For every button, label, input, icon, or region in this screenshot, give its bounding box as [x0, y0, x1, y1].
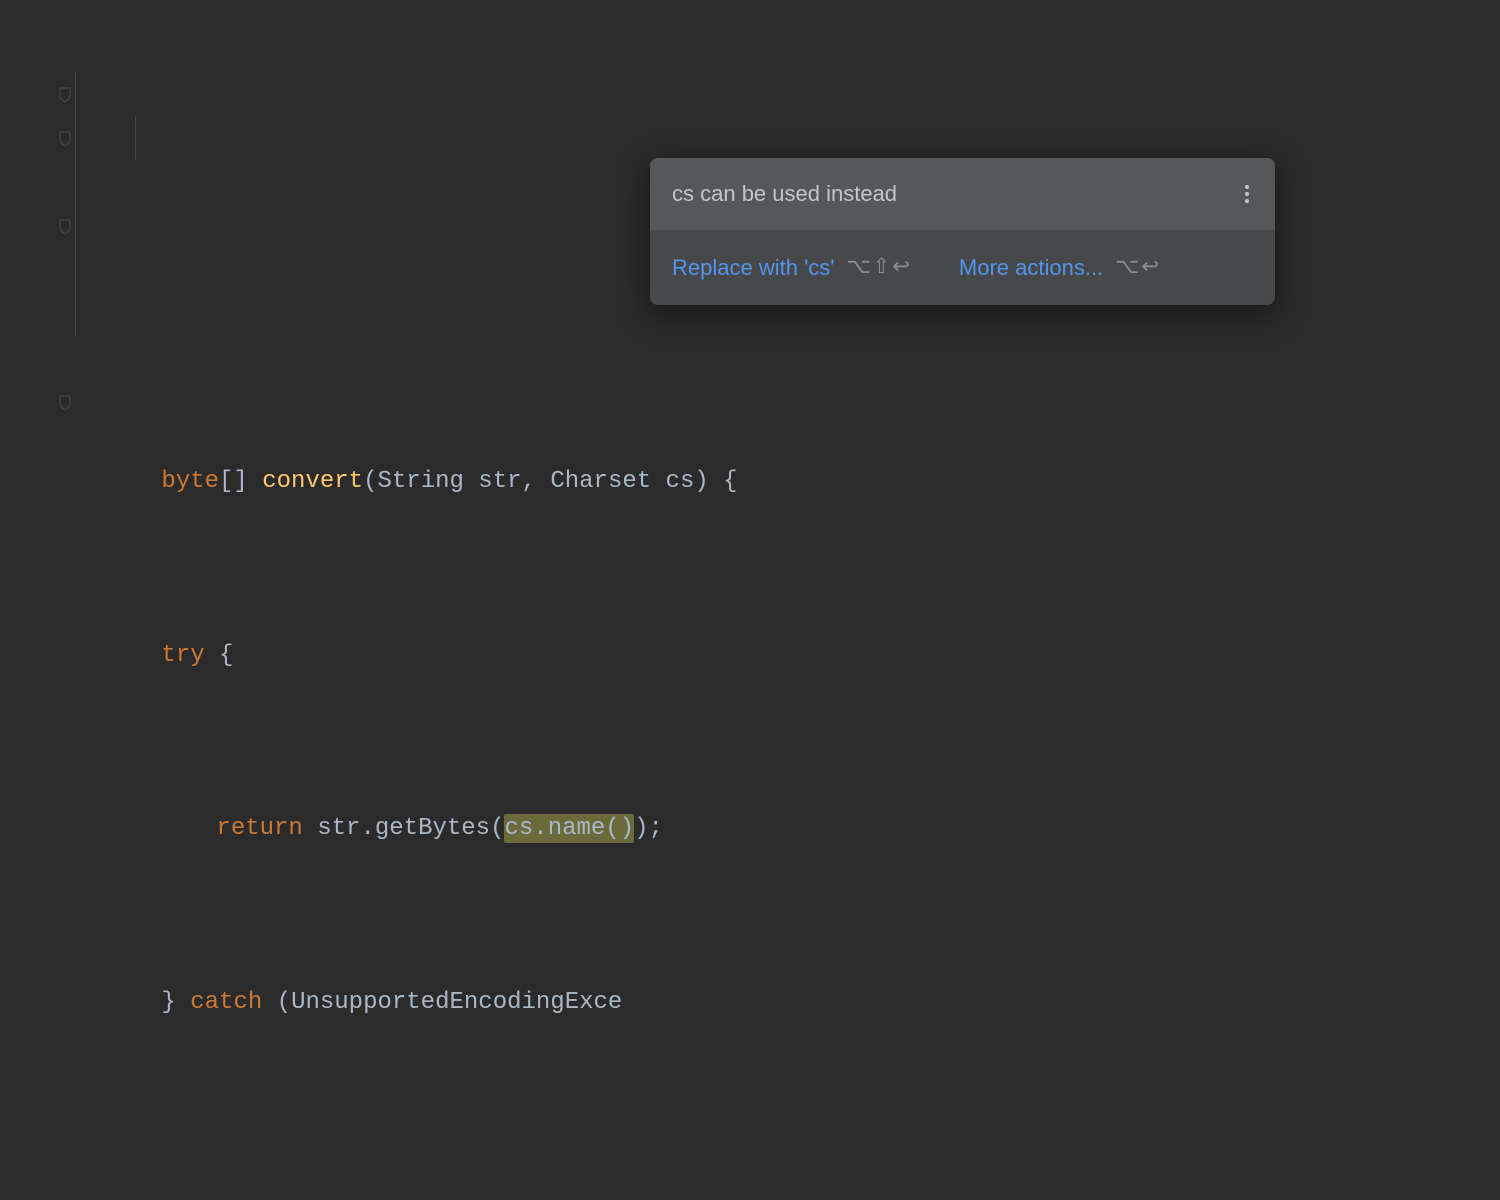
- gutter-marker-icon: [0, 34, 14, 52]
- expression-tail: );: [634, 815, 663, 842]
- comma: ,: [522, 468, 551, 495]
- shortcut-hint: ⌥⇧↩: [846, 248, 910, 286]
- code-line[interactable]: try {: [20, 633, 1500, 677]
- exception-type: UnsupportedEncodingExce: [291, 989, 622, 1016]
- brace-close: }: [161, 989, 190, 1016]
- keyword-return: return: [216, 815, 317, 842]
- code-line[interactable]: } catch (UnsupportedEncodingExce: [20, 981, 1500, 1025]
- paren-open: (: [363, 468, 377, 495]
- gutter-marker-icon: [0, 166, 14, 184]
- brace-open: {: [219, 642, 233, 669]
- gutter-marker-icon: [0, 342, 14, 360]
- code-line[interactable]: byte[] convert(String str, Charset cs) {: [20, 460, 1500, 504]
- param-name: cs: [651, 468, 694, 495]
- indent-guide: [135, 116, 136, 160]
- method-name: convert: [262, 468, 363, 495]
- paren-open: (: [277, 989, 291, 1016]
- code-line[interactable]: [20, 1154, 1500, 1198]
- popup-actions-row: Replace with 'cs' ⌥⇧↩ More actions... ⌥↩: [650, 230, 1275, 306]
- inspection-message: cs can be used instead: [672, 174, 897, 214]
- shortcut-hint: ⌥↩: [1115, 248, 1160, 286]
- param-type: String: [377, 468, 463, 495]
- gutter-marker-icon: [0, 78, 14, 96]
- paren-close: ): [694, 468, 708, 495]
- param-name: str: [464, 468, 522, 495]
- expression: str.getBytes(: [317, 815, 504, 842]
- code-line[interactable]: return str.getBytes(cs.name());: [20, 807, 1500, 851]
- highlighted-expression[interactable]: cs.name(): [504, 814, 634, 843]
- indent-guide: [75, 72, 76, 336]
- replace-action-link[interactable]: Replace with 'cs': [672, 248, 834, 288]
- keyword-byte: byte: [161, 468, 219, 495]
- brace-open: {: [709, 468, 738, 495]
- keyword-try: try: [161, 642, 219, 669]
- popup-header: cs can be used instead: [650, 158, 1275, 230]
- brackets: []: [219, 468, 248, 495]
- more-actions-link[interactable]: More actions...: [959, 248, 1103, 288]
- inspection-popup: cs can be used instead Replace with 'cs'…: [650, 158, 1275, 305]
- keyword-catch: catch: [190, 989, 276, 1016]
- more-vertical-icon[interactable]: [1241, 181, 1253, 207]
- param-type: Charset: [550, 468, 651, 495]
